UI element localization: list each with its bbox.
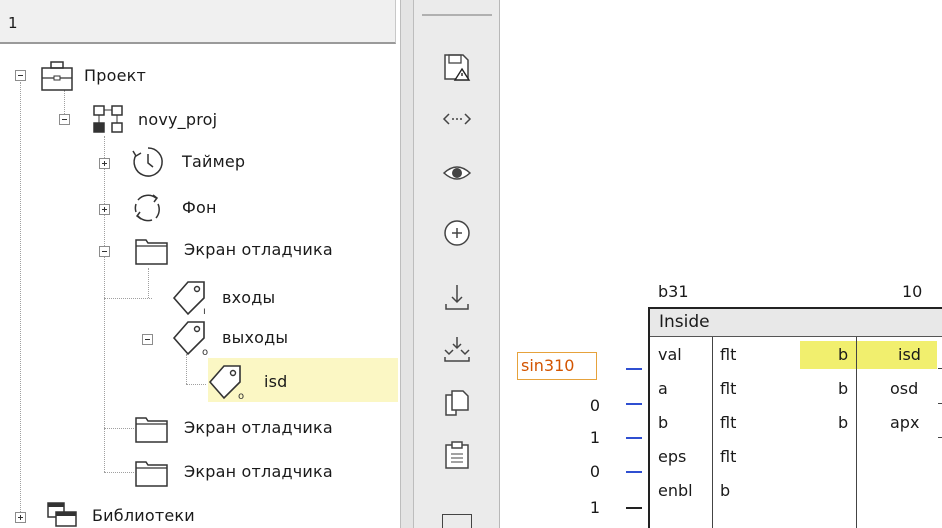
output-wire — [938, 368, 942, 369]
folder-icon — [135, 239, 168, 265]
output-type: b — [838, 379, 849, 398]
block-order-label: 10 — [902, 282, 923, 301]
save-warning-icon[interactable] — [442, 52, 472, 82]
input-name-a[interactable]: a — [658, 376, 668, 404]
input-name-val[interactable]: val — [658, 342, 682, 370]
folder-icon — [135, 417, 168, 443]
input-value-enbl[interactable]: 1 — [560, 498, 600, 517]
output-name-isd[interactable]: isd — [898, 342, 921, 370]
timer-icon — [132, 147, 163, 177]
block-id-label: b31 — [658, 282, 689, 301]
vertical-toolbar — [414, 0, 500, 528]
tree-item-label: novy_proj — [138, 110, 218, 129]
input-wire — [626, 471, 642, 473]
input-type: flt — [720, 413, 737, 432]
input-type: flt — [720, 379, 737, 398]
svg-text:o: o — [238, 391, 244, 402]
input-value-eps[interactable]: 0 — [560, 462, 600, 481]
input-name-enbl[interactable]: enbl — [658, 478, 693, 506]
toolbar-button-partial[interactable] — [442, 514, 472, 528]
output-name-apx[interactable]: apx — [890, 410, 919, 438]
tree-item-outputs[interactable]: o выходы — [0, 318, 380, 358]
svg-text:ı: ı — [203, 306, 206, 317]
link-arrows-icon[interactable] — [442, 104, 472, 134]
tree-item-background[interactable]: Фон — [0, 188, 380, 228]
expand-toggle[interactable] — [15, 512, 26, 523]
tree-item-inputs[interactable]: ı входы — [0, 278, 380, 318]
output-wire — [938, 437, 942, 438]
block-title: Inside — [659, 312, 710, 332]
output-type: b — [838, 413, 849, 432]
panel-splitter[interactable] — [400, 0, 414, 528]
tree-item-label: Экран отладчика — [184, 240, 333, 259]
tree-item-label: Проект — [84, 66, 147, 85]
collapse-toggle[interactable] — [142, 334, 153, 345]
input-value-b[interactable]: 1 — [560, 428, 600, 447]
tree-line — [186, 354, 187, 384]
tree-item-project[interactable]: Проект — [0, 56, 380, 96]
tree-header[interactable]: 1 — [0, 0, 396, 44]
refresh-cycle-icon — [134, 194, 160, 222]
merge-down-icon[interactable] — [442, 334, 472, 364]
tree-item-debug-screen-2[interactable]: Экран отладчика — [0, 408, 390, 448]
input-type: b — [720, 481, 731, 500]
library-icon — [47, 502, 77, 527]
input-wire — [626, 403, 642, 405]
collapse-toggle[interactable] — [15, 70, 26, 81]
input-type: flt — [720, 447, 737, 466]
input-value-a[interactable]: 0 — [560, 396, 600, 415]
output-name-osd[interactable]: osd — [890, 376, 918, 404]
network-icon — [93, 105, 123, 133]
tree-item-label: входы — [222, 288, 276, 307]
add-circle-icon[interactable] — [442, 218, 472, 248]
tag-input-icon: ı — [172, 281, 206, 317]
expand-toggle[interactable] — [99, 204, 110, 215]
input-type: flt — [720, 345, 737, 364]
expand-toggle[interactable] — [99, 158, 110, 169]
tree-item-novy-proj[interactable]: novy_proj — [0, 100, 380, 140]
folder-icon — [135, 461, 168, 487]
input-wire — [626, 437, 642, 439]
collapse-toggle[interactable] — [99, 246, 110, 257]
tree-item-label: Экран отладчика — [184, 462, 333, 481]
source-signal-box[interactable]: sin310 — [517, 352, 597, 380]
tree-item-debug-screen-3[interactable]: Экран отладчика — [0, 452, 390, 492]
tree-item-label: Экран отладчика — [184, 418, 333, 437]
source-signal-value: sin310 — [521, 356, 575, 375]
briefcase-icon — [41, 61, 73, 91]
input-name-b[interactable]: b — [658, 410, 668, 438]
tag-output-icon: o — [208, 365, 244, 402]
function-block-inside[interactable]: Inside val a b eps enbl flt flt flt flt … — [648, 307, 942, 528]
tree-item-libraries[interactable]: Библиотеки — [0, 496, 380, 528]
tree-item-label: Библиотеки — [92, 506, 195, 525]
copy-icon[interactable] — [442, 388, 472, 418]
tree-header-label: 1 — [8, 14, 18, 32]
output-type: b — [838, 345, 849, 364]
download-icon[interactable] — [442, 282, 472, 312]
project-tree-panel: 1 Проект novy_proj Таймер Фон Экран отла… — [0, 0, 400, 528]
tree-item-label: Фон — [182, 198, 217, 217]
tree-item-label: isd — [264, 372, 288, 391]
eye-icon[interactable] — [442, 158, 472, 188]
block-title-bar: Inside — [650, 309, 942, 337]
paste-icon[interactable] — [442, 440, 472, 470]
input-wire — [626, 507, 642, 509]
output-wire — [938, 403, 942, 404]
tree-item-label: Таймер — [182, 152, 246, 171]
input-wire — [626, 368, 642, 370]
tree-item-timer[interactable]: Таймер — [0, 142, 380, 182]
tree-item-label: выходы — [222, 328, 289, 347]
tag-output-icon: o — [172, 321, 208, 358]
input-name-eps[interactable]: eps — [658, 444, 686, 472]
tree-item-isd[interactable]: o isd — [200, 362, 390, 402]
toolbar-separator — [422, 14, 492, 16]
column-divider — [712, 337, 713, 528]
tree-item-debug-screen[interactable]: Экран отладчика — [0, 230, 390, 270]
svg-text:o: o — [202, 347, 208, 358]
output-name-cell — [857, 341, 937, 369]
collapse-toggle[interactable] — [59, 114, 70, 125]
